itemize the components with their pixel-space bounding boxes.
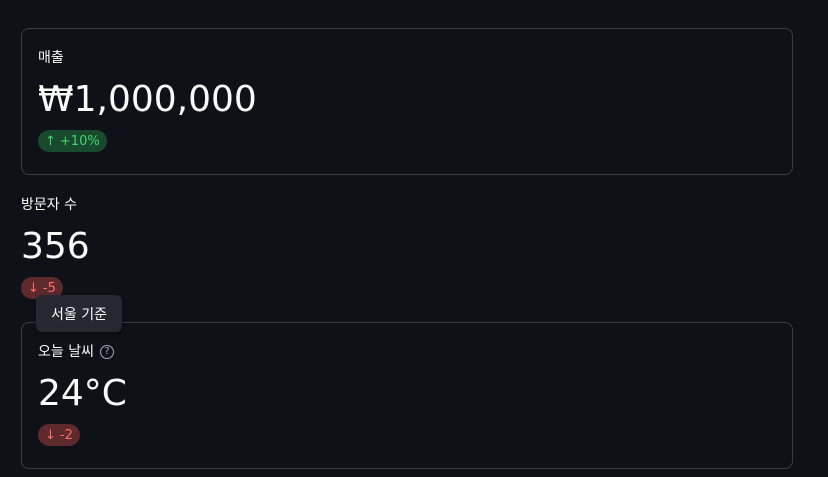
metric-card-weather <box>21 322 793 469</box>
metric-label: 방문자 수 <box>21 195 90 215</box>
metric-label: 매출 <box>38 48 257 68</box>
metric-label: 오늘 날씨 ? <box>38 342 127 362</box>
metric-value: 24°C <box>38 373 127 414</box>
help-tooltip: 서울 기준 <box>36 295 122 332</box>
tooltip-text: 서울 기준 <box>51 306 107 323</box>
arrow-down-icon: ↓ <box>45 427 56 443</box>
question-circle-icon[interactable]: ? <box>99 345 114 359</box>
metric-visitors: 방문자 수 356 ↓ -5 <box>21 195 90 299</box>
metric-delta: ↓ -2 <box>38 424 80 446</box>
metric-delta-text: -2 <box>59 427 73 443</box>
metric-delta: ↑ +10% <box>38 130 107 152</box>
metric-label-text: 방문자 수 <box>21 197 77 213</box>
metric-value: 356 <box>21 226 90 267</box>
arrow-down-icon: ↓ <box>28 280 39 296</box>
metric-label-text: 오늘 날씨 <box>38 344 94 360</box>
metric-sales: 매출 ₩1,000,000 ↑ +10% <box>38 48 257 152</box>
metric-delta-text: -5 <box>42 280 56 296</box>
metric-delta-text: +10% <box>59 133 100 149</box>
arrow-up-icon: ↑ <box>45 133 56 149</box>
metric-label-text: 매출 <box>38 50 64 66</box>
page: 매출 ₩1,000,000 ↑ +10% 방문자 수 356 ↓ -5 오늘 날… <box>0 0 828 477</box>
metric-weather: 오늘 날씨 ? 24°C ↓ -2 <box>38 342 127 446</box>
metric-value: ₩1,000,000 <box>38 79 257 120</box>
